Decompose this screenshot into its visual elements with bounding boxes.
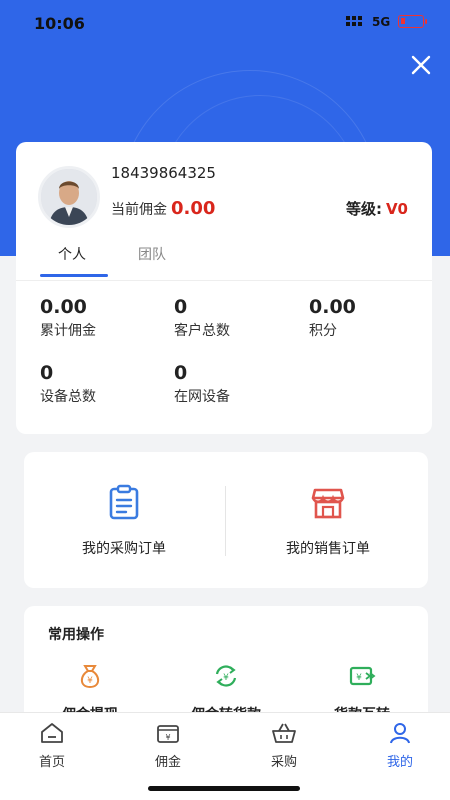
stat-label: 客户总数: [174, 323, 230, 339]
tab-commission[interactable]: ¥ 佣金: [128, 721, 208, 770]
wallet-icon: ¥: [157, 725, 179, 743]
stat-total-customers: 0 客户总数: [174, 296, 230, 340]
stat-value: 0: [174, 296, 188, 318]
active-tab-indicator: [40, 274, 108, 277]
signal-icon: [346, 16, 366, 28]
user-icon: [390, 723, 410, 744]
stat-value: 0.00: [40, 296, 87, 318]
stat-label: 在网设备: [174, 389, 230, 405]
clipboard-icon: [107, 484, 141, 520]
status-bar: 10:06 5G: [0, 0, 450, 44]
commission-label: 当前佣金: [111, 202, 167, 218]
tab-personal[interactable]: 个人: [58, 244, 86, 264]
home-icon: [41, 723, 63, 743]
tab-team[interactable]: 团队: [138, 244, 166, 264]
avatar[interactable]: [38, 166, 100, 228]
battery-icon: [398, 15, 427, 28]
sales-orders-button[interactable]: 我的销售订单: [228, 484, 428, 558]
stat-label: 积分: [309, 323, 337, 339]
phone-number: 18439864325: [111, 164, 216, 182]
current-commission: 当前佣金 0.00: [111, 198, 215, 219]
sales-orders-label: 我的销售订单: [286, 541, 370, 557]
orders-card: 我的采购订单 我的销售订单: [24, 452, 428, 588]
tab-label: 我的: [386, 755, 413, 770]
home-indicator: [148, 786, 300, 791]
profile-card: 18439864325 当前佣金 0.00 等级: V0 个人 团队 0.00 累计…: [16, 142, 432, 434]
close-icon[interactable]: [408, 52, 434, 78]
level-indicator: 等级: V0: [346, 198, 408, 219]
stat-total-devices: 0 设备总数: [40, 362, 96, 406]
divider: [16, 280, 432, 281]
stat-points: 0.00 积分: [309, 296, 356, 340]
stat-value: 0: [40, 362, 54, 384]
stat-total-commission: 0.00 累计佣金: [40, 296, 96, 340]
divider: [225, 486, 226, 556]
transfer-icon: ¥: [349, 666, 376, 686]
tab-home[interactable]: 首页: [12, 721, 92, 770]
stat-value: 0.00: [309, 296, 356, 318]
tab-label: 佣金: [154, 755, 181, 770]
tab-purchase[interactable]: 采购: [244, 721, 324, 770]
stat-online-devices: 0 在网设备: [174, 362, 230, 406]
stat-label: 设备总数: [40, 389, 96, 405]
level-label: 等级:: [345, 200, 382, 218]
money-bag-icon: ¥: [80, 665, 100, 689]
network-label: 5G: [372, 15, 391, 29]
level-value: V0: [385, 200, 408, 218]
stat-label: 累计佣金: [40, 323, 96, 339]
store-icon: [311, 484, 345, 520]
tab-label: 采购: [270, 755, 297, 770]
exchange-icon: ¥: [215, 665, 237, 687]
purchase-orders-button[interactable]: 我的采购订单: [24, 484, 224, 558]
basket-icon: [272, 723, 296, 743]
section-title: 常用操作: [48, 627, 104, 643]
tab-label: 首页: [38, 755, 65, 770]
commission-value: 0.00: [171, 198, 216, 219]
stat-value: 0: [174, 362, 188, 384]
svg-text:¥: ¥: [223, 673, 229, 683]
svg-text:¥: ¥: [356, 673, 362, 683]
tab-mine[interactable]: 我的: [360, 721, 440, 770]
status-time: 10:06: [34, 14, 85, 33]
svg-text:¥: ¥: [165, 733, 170, 742]
purchase-orders-label: 我的采购订单: [82, 541, 166, 557]
svg-text:¥: ¥: [87, 676, 93, 686]
